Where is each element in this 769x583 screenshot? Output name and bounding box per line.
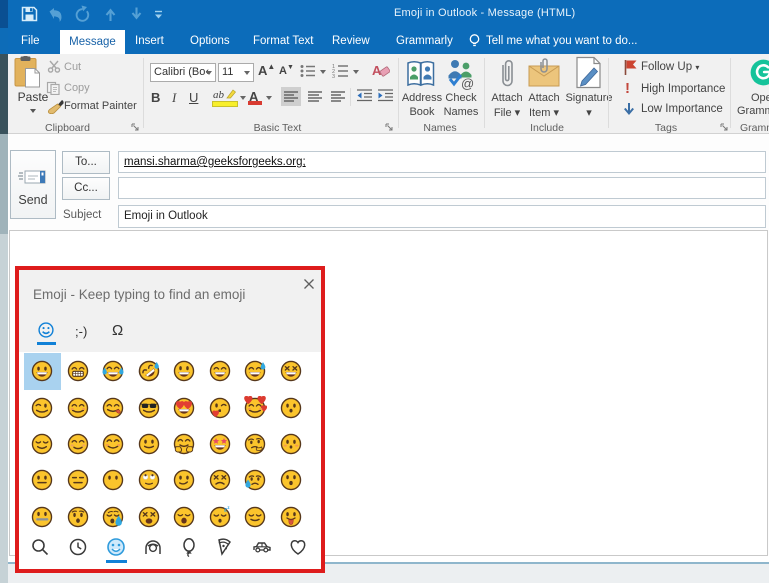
svg-text:A: A	[372, 63, 382, 78]
svg-text:@: @	[461, 76, 474, 90]
svg-text:3: 3	[332, 74, 335, 78]
